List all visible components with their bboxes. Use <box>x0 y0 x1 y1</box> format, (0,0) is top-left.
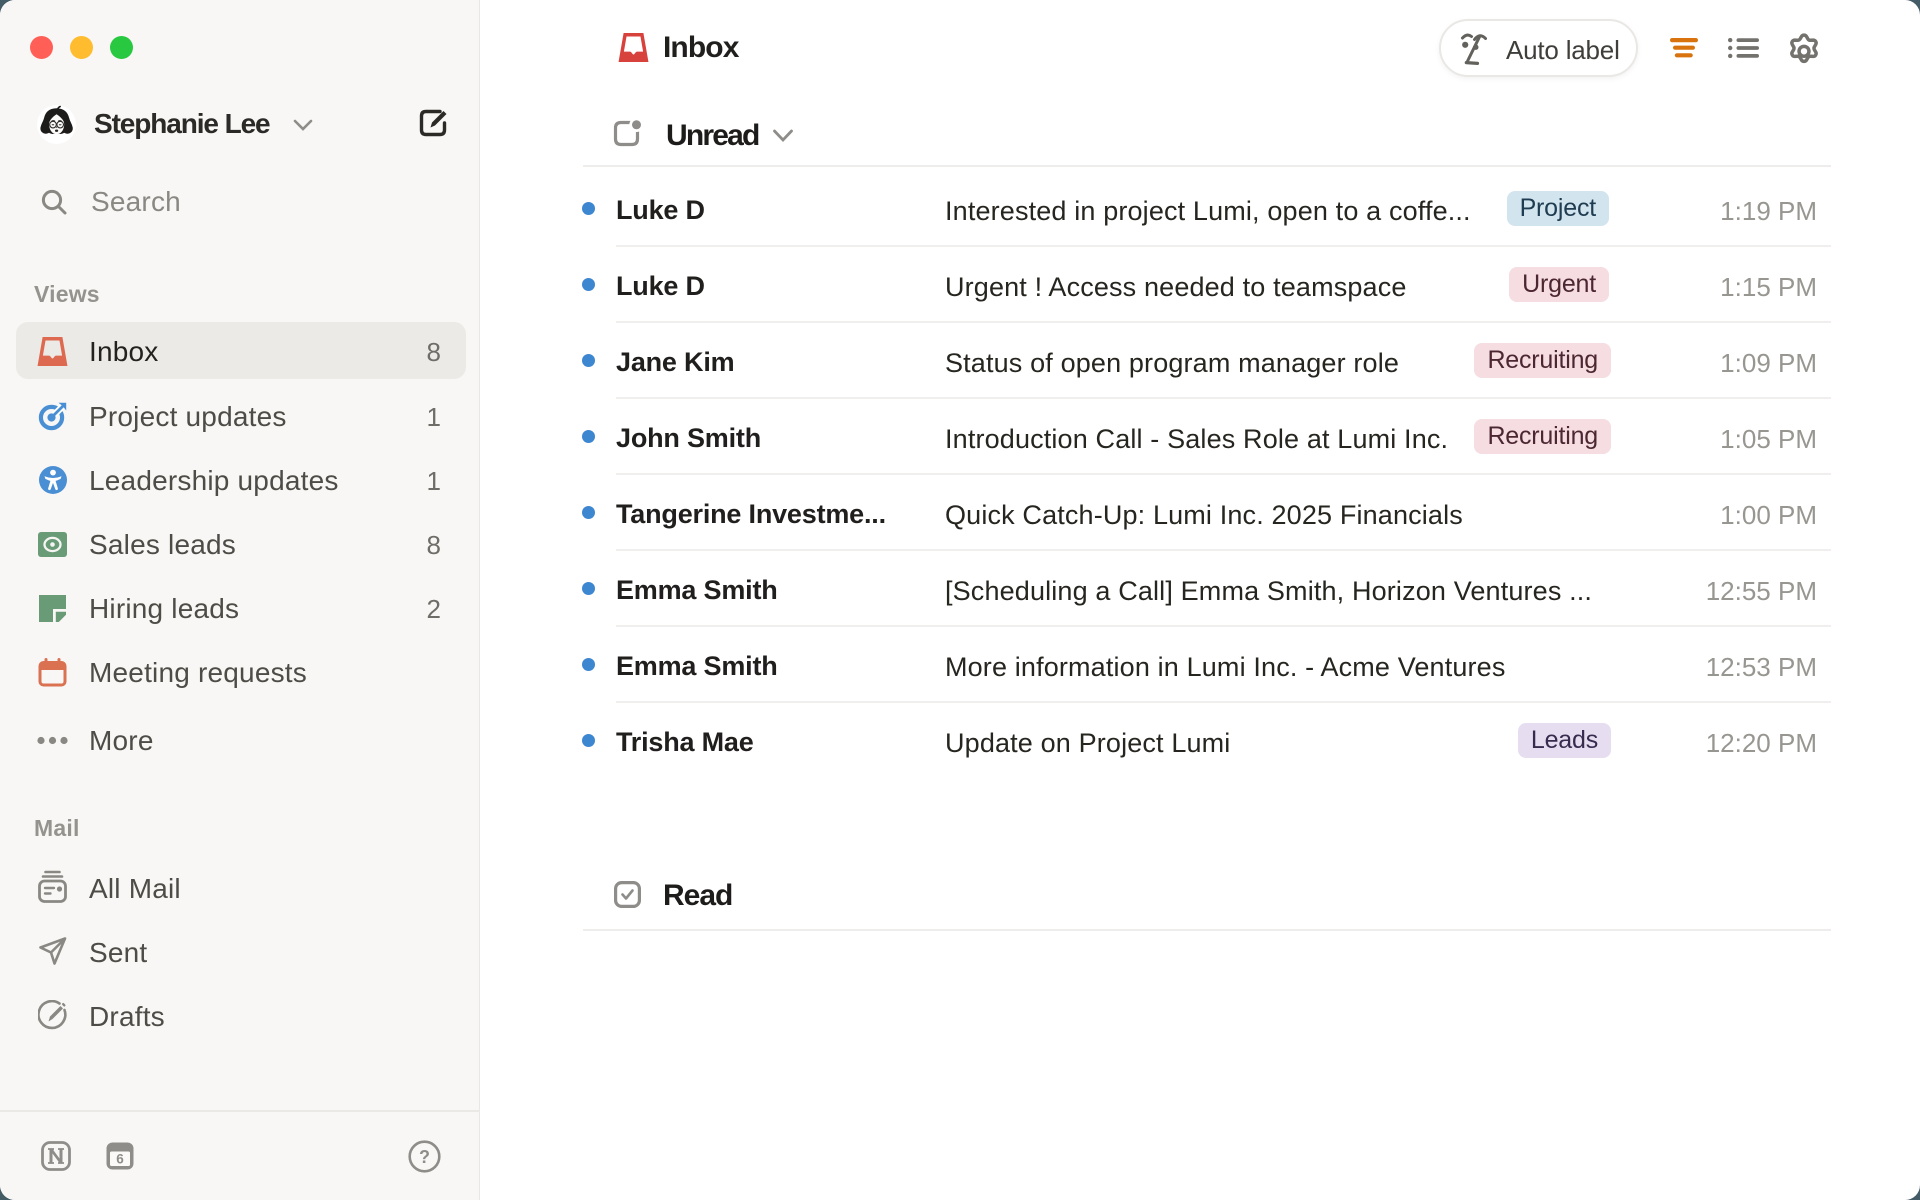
svg-text:6: 6 <box>116 1152 124 1167</box>
svg-text:?: ? <box>419 1147 430 1167</box>
